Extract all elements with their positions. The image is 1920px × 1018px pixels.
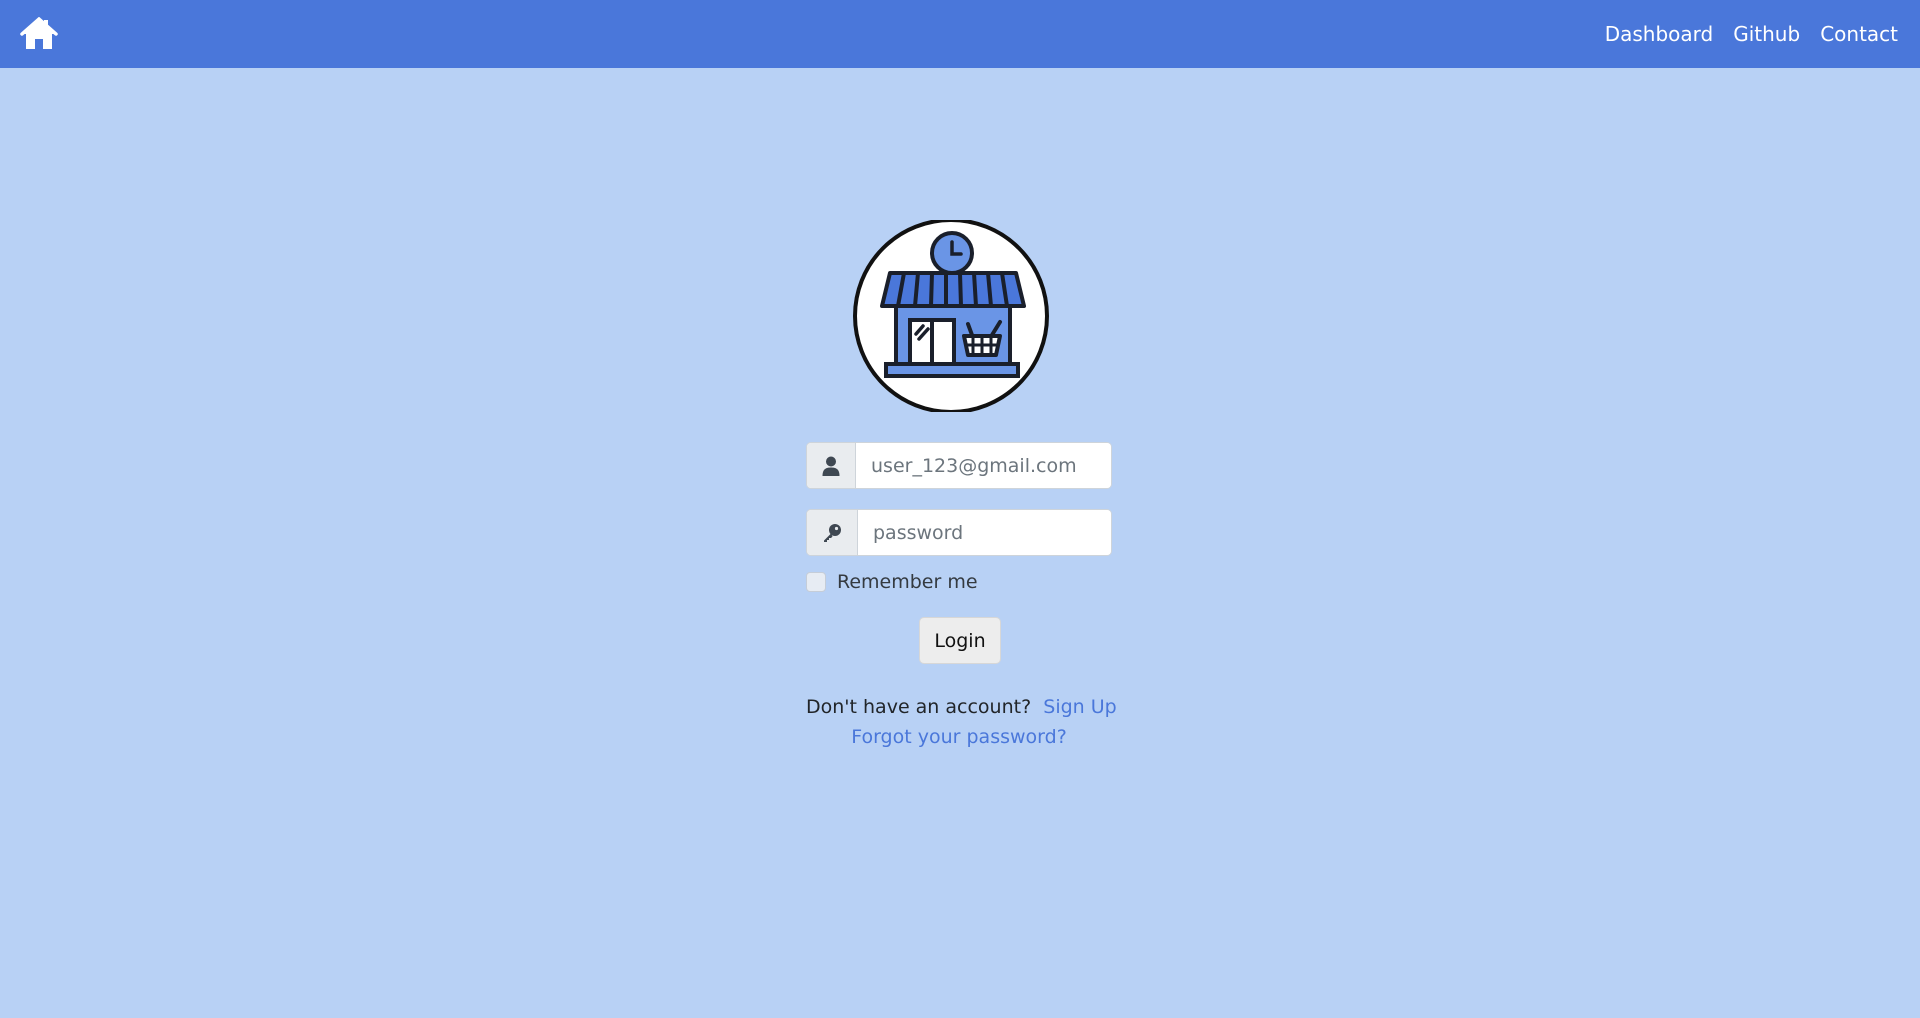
remember-me[interactable]: Remember me [806,571,978,593]
forgot-password-link[interactable]: Forgot your password? [851,726,1067,748]
home-icon [20,17,58,49]
nav-github-link[interactable]: Github [1733,22,1800,46]
home-link[interactable] [20,15,58,53]
signup-prompt-text: Don't have an account? [806,696,1032,718]
login-button[interactable]: Login [919,617,1001,664]
password-input[interactable] [858,510,1111,555]
password-field-group [806,509,1112,556]
nav-links: Dashboard Github Contact [1585,22,1898,46]
email-input[interactable] [856,443,1111,488]
email-addon [807,443,856,488]
sign-up-link[interactable]: Sign Up [1043,696,1116,718]
email-field-group [806,442,1112,489]
remember-me-label: Remember me [837,571,978,593]
forgot-password-line: Forgot your password? [806,726,1112,748]
key-icon [824,523,841,542]
nav-dashboard-link[interactable]: Dashboard [1605,22,1714,46]
nav-contact-link[interactable]: Contact [1820,22,1898,46]
password-addon [807,510,858,555]
top-navbar: Dashboard Github Contact [0,0,1920,68]
remember-me-checkbox[interactable] [806,572,826,592]
signup-prompt-line: Don't have an account? Sign Up [806,696,1117,718]
user-icon [822,456,840,476]
storefront-clock-logo [853,220,1049,412]
